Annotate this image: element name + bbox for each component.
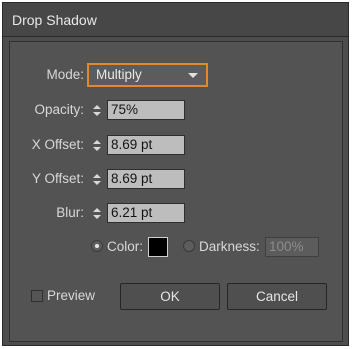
opacity-label: Opacity: xyxy=(34,102,84,117)
preview-checkbox[interactable] xyxy=(31,290,43,302)
shadow-color-swatch[interactable] xyxy=(148,237,168,257)
blur-input[interactable]: 6.21 pt xyxy=(107,203,185,223)
cancel-button[interactable]: Cancel xyxy=(227,283,327,310)
opacity-stepper[interactable] xyxy=(89,100,105,120)
ok-button[interactable]: OK xyxy=(120,283,220,310)
mode-label: Mode: xyxy=(46,67,84,82)
y-offset-input[interactable]: 8.69 pt xyxy=(107,169,185,189)
arrow-down-icon xyxy=(93,180,101,185)
x-offset-input[interactable]: 8.69 pt xyxy=(107,135,185,155)
y-offset-stepper[interactable] xyxy=(89,169,105,189)
arrow-up-icon xyxy=(93,139,101,144)
x-offset-stepper[interactable] xyxy=(89,135,105,155)
arrow-up-icon xyxy=(93,207,101,212)
chevron-down-icon xyxy=(188,73,198,78)
x-offset-label: X Offset: xyxy=(31,137,84,152)
preview-label[interactable]: Preview xyxy=(47,288,95,303)
opacity-input[interactable]: 75% xyxy=(107,100,185,120)
arrow-down-icon xyxy=(93,214,101,219)
arrow-up-icon xyxy=(93,104,101,109)
mode-value: Multiply xyxy=(96,67,142,82)
color-radio[interactable] xyxy=(91,240,103,252)
mode-dropdown[interactable]: Multiply xyxy=(87,63,208,87)
arrow-up-icon xyxy=(93,173,101,178)
darkness-radio[interactable] xyxy=(183,240,195,252)
title-bar[interactable]: Drop Shadow xyxy=(3,3,348,37)
drop-shadow-dialog: Drop Shadow Mode: Multiply Opacity: 75% … xyxy=(2,2,349,346)
darkness-input: 100% xyxy=(265,237,319,257)
arrow-down-icon xyxy=(93,111,101,116)
y-offset-label: Y Offset: xyxy=(31,171,84,186)
darkness-label: Darkness: xyxy=(199,239,260,254)
blur-label: Blur: xyxy=(56,205,84,220)
dialog-title: Drop Shadow xyxy=(12,12,97,28)
arrow-down-icon xyxy=(93,146,101,151)
blur-stepper[interactable] xyxy=(89,203,105,223)
color-label: Color: xyxy=(107,239,144,254)
